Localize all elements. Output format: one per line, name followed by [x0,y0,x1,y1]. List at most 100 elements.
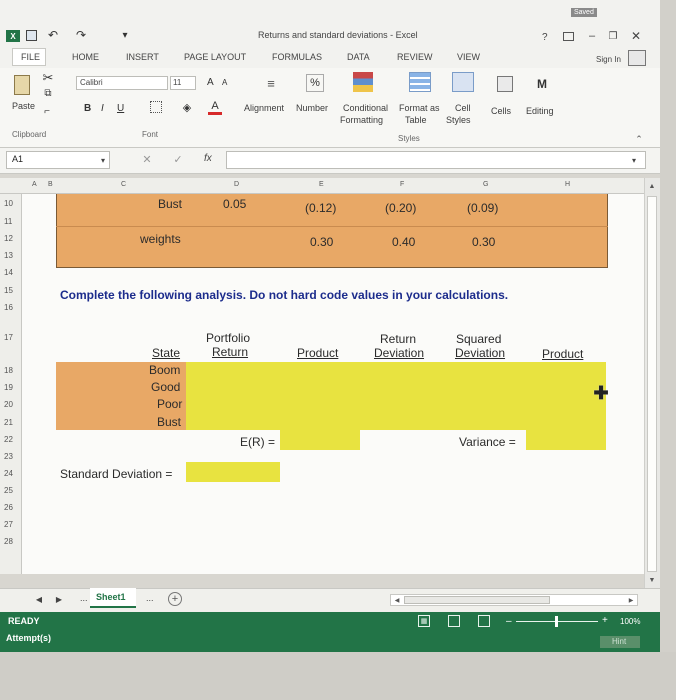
sheet-tab-label[interactable]: Sheet1 [96,593,126,602]
row-header-23[interactable]: 23 [4,452,13,461]
tab-page-layout[interactable]: PAGE LAYOUT [184,52,246,62]
tab-formulas[interactable]: FORMULAS [272,52,322,62]
col-header-c[interactable]: C [121,181,126,188]
row-header-12[interactable]: 12 [4,234,13,243]
fill-color-icon[interactable]: ◈ [180,100,194,114]
customize-qat-icon[interactable]: ▾ [118,28,132,42]
bust-value-d[interactable]: 0.05 [223,198,246,210]
col-header-b[interactable]: B [48,181,53,188]
collapse-ribbon-icon[interactable]: ⌃ [634,134,644,144]
find-binoculars-icon[interactable]: M [534,76,550,92]
cell-styles-label-1[interactable]: Cell [455,103,471,113]
name-box-dropdown-icon[interactable]: ▾ [98,154,108,166]
row-header-14[interactable]: 14 [4,268,13,277]
conditional-formatting-label-1[interactable]: Conditional [343,103,388,113]
col-header-d[interactable]: D [234,181,239,188]
confirm-entry-icon[interactable]: ✓ [172,152,184,166]
zoom-level[interactable]: 100% [620,618,640,626]
number-button[interactable]: Number [296,103,328,113]
tab-view[interactable]: VIEW [457,52,480,62]
format-as-table-icon[interactable] [409,72,431,92]
cells-button[interactable]: Cells [491,106,511,116]
row-header-26[interactable]: 26 [4,503,13,512]
horizontal-scroll-thumb[interactable] [404,596,550,604]
bust-value-f[interactable]: (0.20) [385,202,416,214]
cut-icon[interactable]: ✂ [40,70,56,86]
weight-value-g[interactable]: 0.30 [472,236,495,248]
row-header-19[interactable]: 19 [4,383,13,392]
tab-data[interactable]: DATA [347,52,370,62]
format-as-table-label-1[interactable]: Format as [399,103,440,113]
tab-insert[interactable]: INSERT [126,52,159,62]
variance-input[interactable] [526,430,606,450]
ribbon-display-icon[interactable] [563,32,574,41]
hscroll-left-icon[interactable]: ◀ [392,595,402,605]
bust-value-g[interactable]: (0.09) [467,202,498,214]
row-header-21[interactable]: 21 [4,418,13,427]
hint-button-label[interactable]: Hint [612,638,626,646]
next-sheet-icon[interactable]: ▶ [54,593,64,605]
tab-file-label[interactable]: FILE [21,52,40,62]
col-header-h[interactable]: H [565,181,570,188]
redo-icon[interactable]: ↷ [74,28,88,42]
col-header-g[interactable]: G [483,181,488,188]
row-header-15[interactable]: 15 [4,286,13,295]
help-button[interactable]: ? [542,33,548,43]
row-header-11[interactable]: 11 [4,217,12,226]
alignment-icon[interactable]: ≡ [262,74,280,92]
page-break-view-icon[interactable] [478,615,490,627]
zoom-out-button[interactable]: – [506,617,512,627]
add-sheet-icon[interactable]: + [168,592,182,606]
scroll-down-icon[interactable]: ▼ [645,574,659,586]
col-header-a[interactable]: A [32,181,37,188]
sheets-ellipsis-left[interactable]: ... [80,594,88,603]
page-layout-view-icon[interactable] [448,615,460,627]
bold-button[interactable]: B [84,104,91,114]
cancel-entry-icon[interactable]: ✕ [141,152,153,166]
row-header-13[interactable]: 13 [4,251,13,260]
paste-icon[interactable] [14,75,30,95]
save-icon[interactable] [26,30,37,41]
italic-button[interactable]: I [101,104,104,114]
row-header-20[interactable]: 20 [4,400,13,409]
sheets-ellipsis-right[interactable]: ... [146,594,154,603]
row-header-28[interactable]: 28 [4,537,13,546]
close-icon[interactable]: ✕ [630,29,642,43]
font-color-icon[interactable]: A [208,99,222,115]
cell-styles-label-2[interactable]: Styles [446,115,471,125]
tab-review[interactable]: REVIEW [397,52,433,62]
weight-value-f[interactable]: 0.40 [392,236,415,248]
borders-icon[interactable] [150,101,162,113]
row-header-17[interactable]: 17 [4,333,13,342]
restore-icon[interactable]: ❐ [607,30,619,42]
row-header-27[interactable]: 27 [4,520,13,529]
normal-view-icon[interactable]: ▦ [418,615,430,627]
hscroll-right-icon[interactable]: ▶ [626,595,636,605]
stddev-input[interactable] [186,462,280,482]
paste-button[interactable]: Paste [12,101,35,111]
input-area-yellow[interactable] [186,362,606,430]
col-header-f[interactable]: F [400,181,404,188]
row-header-25[interactable]: 25 [4,486,13,495]
scroll-up-icon[interactable]: ▲ [645,180,659,192]
insert-function-button[interactable]: fx [204,154,212,164]
row-header-24[interactable]: 24 [4,469,13,478]
number-format-icon[interactable]: % [306,74,324,92]
row-header-16[interactable]: 16 [4,303,13,312]
prev-sheet-icon[interactable]: ◀ [34,593,44,605]
weight-value-e[interactable]: 0.30 [310,236,333,248]
user-avatar-icon[interactable] [628,50,646,66]
grow-font-button[interactable]: A [207,78,214,88]
copy-icon[interactable]: ⧉ [40,86,56,100]
format-as-table-label-2[interactable]: Table [405,115,427,125]
editing-button[interactable]: Editing [526,106,554,116]
undo-icon[interactable]: ↶ [46,28,60,42]
er-input[interactable] [280,430,360,450]
zoom-in-button[interactable]: + [602,616,608,626]
bust-value-e[interactable]: (0.12) [305,202,336,214]
vertical-scroll-thumb[interactable] [647,196,657,572]
expand-formula-bar-icon[interactable]: ▾ [628,154,640,166]
cell-styles-icon[interactable] [452,72,474,92]
tab-home[interactable]: HOME [72,52,99,62]
formula-input[interactable] [226,151,646,169]
